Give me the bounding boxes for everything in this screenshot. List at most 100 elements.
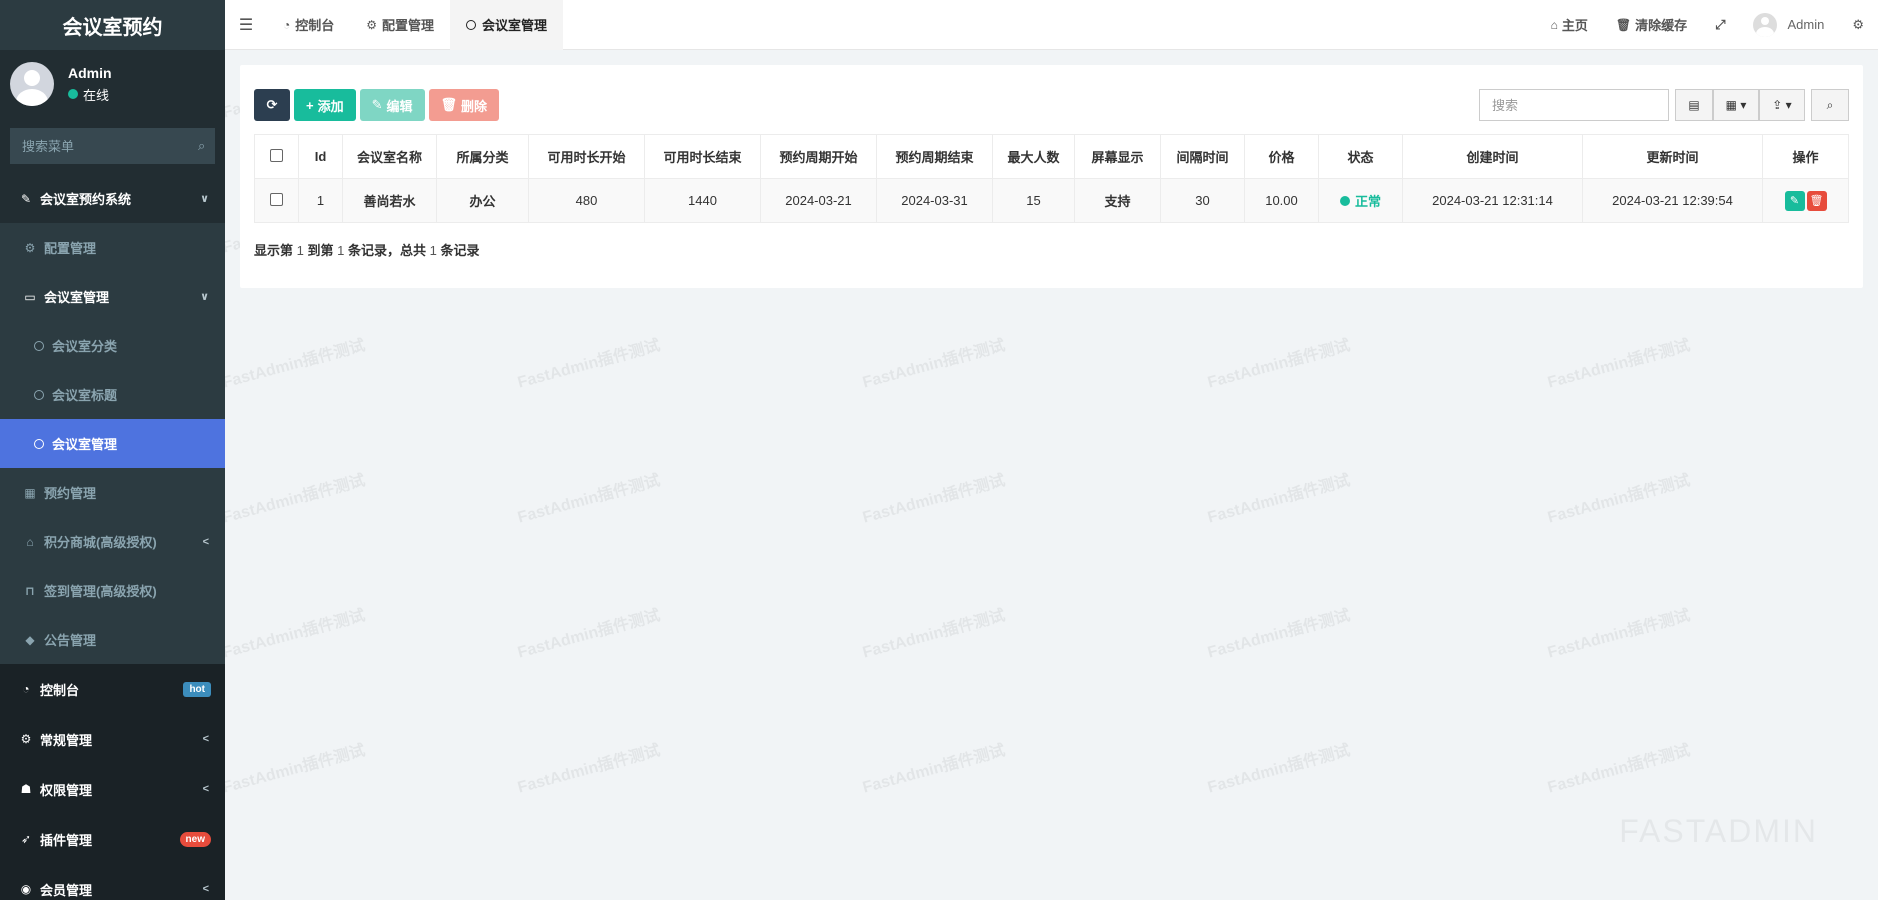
columns-toggle-button[interactable]: ▦ ▾ <box>1713 89 1759 121</box>
dashboard-icon: ◔ <box>283 17 291 32</box>
col-updated[interactable]: 更新时间 <box>1582 134 1763 179</box>
col-id[interactable]: Id <box>298 134 343 179</box>
watermark-text: FastAdmin插件测试 <box>860 472 1008 527</box>
table-row[interactable]: 1 善尚若水 办公 480 1440 2024-03-21 2024-03-31… <box>254 178 1849 223</box>
watermark-text: FastAdmin插件测试 <box>1205 337 1353 392</box>
row-delete-button[interactable]: 🗑 <box>1806 190 1827 211</box>
col-period-end[interactable]: 预约周期结束 <box>876 134 993 179</box>
watermark-text: FastAdmin插件测试 <box>220 742 368 797</box>
tab-room-manage[interactable]: 会议室管理 <box>450 0 564 50</box>
export-button[interactable]: ⇪ ▾ <box>1759 89 1805 121</box>
watermark-text: FastAdmin插件测试 <box>1545 742 1693 797</box>
sidebar-item-notice[interactable]: ◆ 公告管理 <box>0 615 225 664</box>
watermark-text: FastAdmin插件测试 <box>515 337 663 392</box>
sidebar-item-room-mgmt[interactable]: ▭ 会议室管理 ∨ <box>0 272 225 321</box>
cell-period-end: 2024-03-31 <box>876 178 993 223</box>
select-all-cell[interactable] <box>254 134 299 179</box>
row-edit-button[interactable]: ✎ <box>1784 190 1805 211</box>
cell-end: 1440 <box>644 178 761 223</box>
row-select-cell[interactable] <box>254 178 299 223</box>
user-menu[interactable]: Admin <box>1739 12 1838 37</box>
clear-cache-button[interactable]: 🗑 清除缓存 <box>1602 15 1701 34</box>
col-actions: 操作 <box>1762 134 1849 179</box>
col-price[interactable]: 价格 <box>1244 134 1319 179</box>
group-icon: ☗ <box>20 782 32 796</box>
fullscreen-icon[interactable]: ⤢ <box>1701 17 1739 33</box>
online-dot-icon <box>68 89 78 99</box>
circle-icon <box>34 438 44 449</box>
row-checkbox[interactable] <box>270 192 283 206</box>
plus-icon: + <box>306 97 314 113</box>
sidebar-item-room-title[interactable]: 会议室标题 <box>0 370 225 419</box>
gear-icon: ⚙ <box>366 17 378 32</box>
watermark-text: FastAdmin插件测试 <box>1205 742 1353 797</box>
col-name[interactable]: 会议室名称 <box>342 134 437 179</box>
sidebar: 会议室预约 Admin 在线 ⌕ ✎会议室预约系统∨ ⚙配置管理 ▭会议室管理∨… <box>0 0 225 900</box>
sidebar-item-plugins[interactable]: ➶ 插件管理 new <box>0 814 225 864</box>
refresh-button[interactable]: ⟳ <box>254 89 290 121</box>
sidebar-item-config[interactable]: ⚙ 配置管理 <box>0 223 225 272</box>
new-badge: new <box>179 831 211 847</box>
col-max[interactable]: 最大人数 <box>992 134 1075 179</box>
data-table: Id 会议室名称 所属分类 可用时长开始 可用时长结束 预约周期开始 预约周期结… <box>254 134 1849 223</box>
app-title: 会议室预约 <box>0 0 225 50</box>
col-status[interactable]: 状态 <box>1318 134 1403 179</box>
home-link[interactable]: ⌂ 主页 <box>1537 15 1602 34</box>
tab-config[interactable]: ⚙ 配置管理 <box>350 0 450 50</box>
edit-button[interactable]: ✎ 编辑 <box>359 89 425 121</box>
col-category[interactable]: 所属分类 <box>436 134 529 179</box>
table-header-row: Id 会议室名称 所属分类 可用时长开始 可用时长结束 预约周期开始 预约周期结… <box>254 134 1849 179</box>
col-period-start[interactable]: 预约周期开始 <box>760 134 877 179</box>
sidebar-item-room-category[interactable]: 会议室分类 <box>0 321 225 370</box>
sidebar-item-general[interactable]: ⚙ 常规管理 < <box>0 714 225 764</box>
user-status: 在线 <box>68 85 112 104</box>
col-created[interactable]: 创建时间 <box>1402 134 1583 179</box>
watermark-text: FastAdmin插件测试 <box>515 607 663 662</box>
content-panel: ⟳ +添加 ✎编辑 🗑删除 ▤ ▦ ▾ ⇪ ▾ ⌕ Id 会议室名称 所属分类 … <box>240 65 1863 288</box>
print-button[interactable]: ▤ <box>1675 89 1713 121</box>
columns-icon: ▦ ▾ <box>1725 98 1747 112</box>
table-search-input[interactable] <box>1479 89 1669 121</box>
sidebar-item-members[interactable]: ◉ 会员管理 < <box>0 864 225 900</box>
sidebar-item-points-mall[interactable]: ⌂ 积分商城(高级授权) < <box>0 517 225 566</box>
chevron-left-icon: < <box>202 783 209 795</box>
sidebar-item-room-manage[interactable]: 会议室管理 <box>0 419 225 468</box>
watermark-text: FastAdmin插件测试 <box>515 472 663 527</box>
watermark-text: FastAdmin插件测试 <box>860 607 1008 662</box>
col-start[interactable]: 可用时长开始 <box>528 134 645 179</box>
sidebar-item-auth[interactable]: ☗ 权限管理 < <box>0 764 225 814</box>
tab-dashboard[interactable]: ◔ 控制台 <box>267 0 350 50</box>
chevron-left-icon: < <box>202 733 209 745</box>
watermark-text: FastAdmin插件测试 <box>1205 472 1353 527</box>
sidebar-item-booking[interactable]: ▦ 预约管理 <box>0 468 225 517</box>
add-button[interactable]: + 添加 <box>294 89 356 121</box>
brand-watermark: FASTADMIN <box>1619 813 1818 849</box>
chevron-down-icon: ∨ <box>200 291 209 303</box>
pagination-summary: 显示第 1 到第 1 条记录，总共 1 条记录 <box>254 243 480 258</box>
cell-interval: 30 <box>1160 178 1245 223</box>
sidebar-item-checkin[interactable]: ⊓ 签到管理(高级授权) <box>0 566 225 615</box>
hot-badge: hot <box>183 681 211 697</box>
document-icon: ▤ <box>1688 98 1700 112</box>
sidebar-item-dashboard[interactable]: ◔ 控制台 hot <box>0 664 225 714</box>
col-end[interactable]: 可用时长结束 <box>644 134 761 179</box>
circle-icon <box>34 389 44 400</box>
watermark-text: FastAdmin插件测试 <box>515 742 663 797</box>
chevron-left-icon: < <box>202 535 209 548</box>
select-all-checkbox[interactable] <box>270 148 283 162</box>
delete-button[interactable]: 🗑 删除 <box>428 89 500 121</box>
col-interval[interactable]: 间隔时间 <box>1160 134 1245 179</box>
search-icon[interactable]: ⌕ <box>198 138 205 154</box>
watermark-text: FastAdmin插件测试 <box>1545 607 1693 662</box>
col-screen[interactable]: 屏幕显示 <box>1074 134 1161 179</box>
sidebar-item-booking-system[interactable]: ✎ 会议室预约系统 ∨ <box>0 174 225 223</box>
cell-created: 2024-03-21 12:31:14 <box>1402 178 1583 223</box>
home-icon: ⌂ <box>1550 17 1558 32</box>
settings-gears-icon[interactable]: ⚙ <box>1838 17 1878 33</box>
top-navbar: ☰ ◔ 控制台 ⚙ 配置管理 会议室管理 ⌂ 主页 🗑 清除缓存 ⤢ Admin ⚙ <box>225 0 1878 50</box>
cell-screen: 支持 <box>1074 178 1161 223</box>
menu-search-input[interactable] <box>22 138 198 154</box>
menu-toggle-icon[interactable]: ☰ <box>225 0 267 50</box>
tag-icon: ◆ <box>25 632 35 647</box>
advanced-search-button[interactable]: ⌕ <box>1811 89 1849 121</box>
